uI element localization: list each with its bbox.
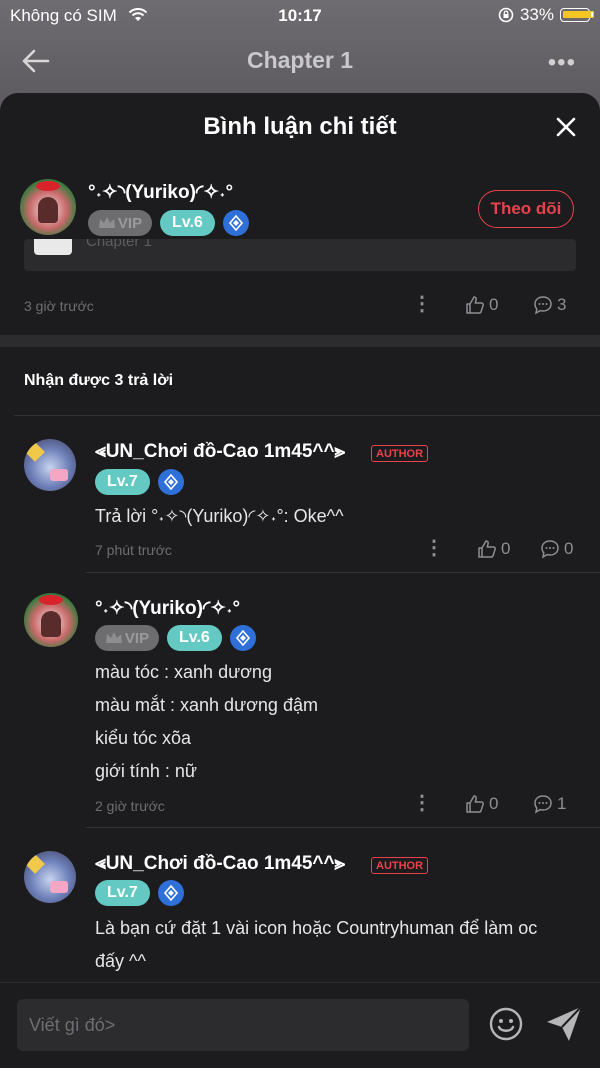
level-badge: Lv.6 — [167, 625, 222, 651]
user-name[interactable]: ⪡UN_Chơi đồ-Cao 1m45^^⪢ — [95, 441, 345, 463]
avatar[interactable] — [24, 439, 76, 491]
level-badge: Lv.7 — [95, 469, 150, 495]
nav-bar: Chapter 1 ••• — [0, 35, 600, 87]
reply-button[interactable]: 0 — [540, 539, 573, 559]
like-icon — [478, 540, 496, 558]
user-name[interactable]: °˖✧◝(Yuriko)◜✧˖° — [88, 181, 233, 204]
replies-count-label: Nhận được 3 trả lời — [24, 372, 174, 389]
user-name[interactable]: ⪡UN_Chơi đồ-Cao 1m45^^⪢ — [95, 853, 345, 875]
like-button[interactable]: 0 — [477, 539, 510, 559]
battery-icon — [560, 8, 594, 22]
comment-icon — [541, 540, 559, 559]
comment-icon — [534, 795, 552, 814]
lock-rotation-icon — [498, 7, 514, 23]
diamond-icon — [222, 210, 249, 236]
like-count: 0 — [489, 295, 499, 314]
vip-badge: VIP — [95, 625, 159, 651]
reply-count: 0 — [564, 539, 574, 558]
crown-icon — [98, 217, 115, 228]
avatar[interactable] — [20, 179, 76, 235]
divider — [14, 415, 600, 416]
send-icon[interactable] — [545, 1005, 583, 1043]
like-count: 0 — [501, 539, 511, 558]
comment-icon — [534, 296, 552, 315]
comment-time: 3 giờ trước — [24, 298, 94, 314]
reply-text-line: màu mắt : xanh dương đậm — [95, 695, 318, 715]
like-icon — [466, 795, 484, 813]
avatar[interactable] — [24, 851, 76, 903]
avatar[interactable] — [24, 593, 78, 647]
section-divider — [0, 335, 600, 347]
quoted-chapter-title: Chapter 1 — [86, 239, 152, 250]
comment-time: 7 phút trước — [95, 542, 172, 558]
emoji-icon[interactable] — [489, 1007, 523, 1041]
diamond-icon — [229, 625, 256, 651]
author-badge: AUTHOR — [371, 857, 429, 874]
author-badge: AUTHOR — [371, 445, 429, 462]
diamond-icon — [157, 469, 184, 495]
status-bar: Không có SIM 10:17 33% — [0, 0, 600, 32]
kebab-icon[interactable]: ⋮ — [424, 535, 444, 560]
sheet-header: Bình luận chi tiết — [0, 93, 600, 163]
follow-button[interactable]: Theo dõi — [478, 190, 574, 228]
divider — [86, 827, 600, 828]
reply-text-line: Là bạn cứ đặt 1 vài icon hoặc Countryhum… — [95, 918, 538, 938]
reply-button[interactable]: 1 — [533, 794, 566, 814]
chapter-thumbnail — [34, 239, 72, 255]
reply-text-line: màu tóc : xanh dương — [95, 662, 272, 682]
reply-text: Trả lời °˖✧◝(Yuriko)◜✧˖°: Oke^^ — [95, 506, 344, 526]
reply-text-line: kiểu tóc xõa — [95, 728, 192, 748]
user-name[interactable]: °˖✧◝(Yuriko)◜✧˖° — [95, 597, 240, 620]
crown-icon — [105, 632, 122, 643]
level-badge: Lv.7 — [95, 880, 150, 906]
more-icon[interactable]: ••• — [548, 49, 576, 77]
comment-detail-sheet: Bình luận chi tiết °˖✧◝(Yuriko)◜✧˖° VIP … — [0, 93, 600, 1067]
comment-composer: Viết gì đó> — [0, 982, 600, 1068]
like-icon — [466, 296, 484, 314]
level-badge: Lv.6 — [160, 210, 215, 236]
nav-title: Chapter 1 — [246, 47, 354, 73]
reply-text-line: đấy ^^ — [95, 951, 146, 971]
reply-count: 3 — [557, 295, 567, 314]
comment-input[interactable]: Viết gì đó> — [17, 999, 469, 1051]
comment-time: 2 giờ trước — [95, 798, 165, 814]
like-button[interactable]: 0 — [465, 295, 498, 315]
kebab-icon[interactable]: ⋮ — [412, 291, 432, 316]
sheet-title: Bình luận chi tiết — [203, 113, 397, 140]
battery-percent: 33% — [519, 5, 554, 24]
quoted-chapter[interactable]: Chapter 1 — [24, 239, 576, 271]
reply-button[interactable]: 3 — [533, 295, 566, 315]
divider — [86, 572, 600, 573]
like-count: 0 — [489, 794, 499, 813]
kebab-icon[interactable]: ⋮ — [412, 790, 432, 815]
reply-count: 1 — [557, 794, 567, 813]
reply-text-line: giới tính : nữ — [95, 761, 197, 781]
vip-badge: VIP — [88, 210, 152, 236]
diamond-icon — [157, 880, 184, 906]
like-button[interactable]: 0 — [465, 794, 498, 814]
close-icon[interactable] — [554, 115, 578, 139]
